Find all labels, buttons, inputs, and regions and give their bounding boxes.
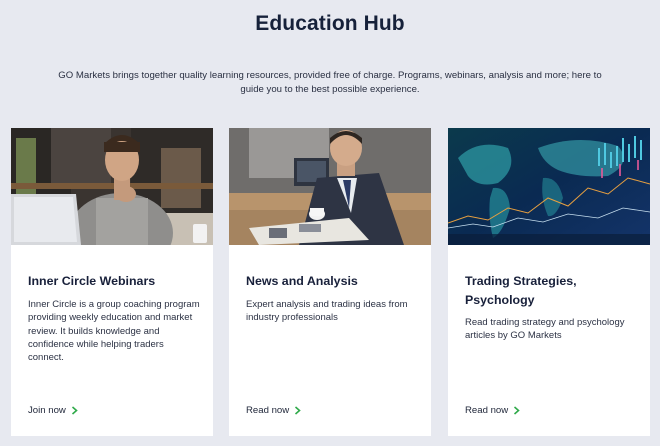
join-now-link[interactable]: Join now: [28, 405, 78, 416]
card-news-analysis: News and Analysis Expert analysis and tr…: [229, 128, 431, 436]
chevron-right-icon: [514, 406, 520, 415]
card-inner-circle: Inner Circle Webinars Inner Circle is a …: [11, 128, 213, 436]
chevron-right-icon: [295, 406, 301, 415]
card-title: Inner Circle Webinars: [28, 274, 156, 288]
read-now-link[interactable]: Read now: [246, 405, 301, 416]
card-title: Trading Strategies, Psychology: [465, 274, 577, 307]
card-link-label: Read now: [465, 405, 509, 416]
card-description: Read trading strategy and psychology art…: [465, 317, 625, 342]
card-trading-strategies: Trading Strategies, Psychology Read trad…: [448, 128, 650, 436]
page-subtitle: GO Markets brings together quality learn…: [58, 70, 602, 95]
card-image-man-reading-newspaper: [229, 128, 431, 245]
card-image-world-market-chart: [448, 128, 650, 245]
card-image-man-at-laptop: [11, 128, 213, 245]
card-link-label: Join now: [28, 405, 66, 416]
card-title: News and Analysis: [246, 274, 358, 288]
card-description: Inner Circle is a group coaching program…: [28, 299, 200, 364]
chevron-right-icon: [71, 406, 78, 415]
page-title: Education Hub: [255, 12, 405, 35]
card-description: Expert analysis and trading ideas from i…: [246, 299, 408, 324]
read-now-link[interactable]: Read now: [465, 405, 520, 416]
card-link-label: Read now: [246, 405, 290, 416]
